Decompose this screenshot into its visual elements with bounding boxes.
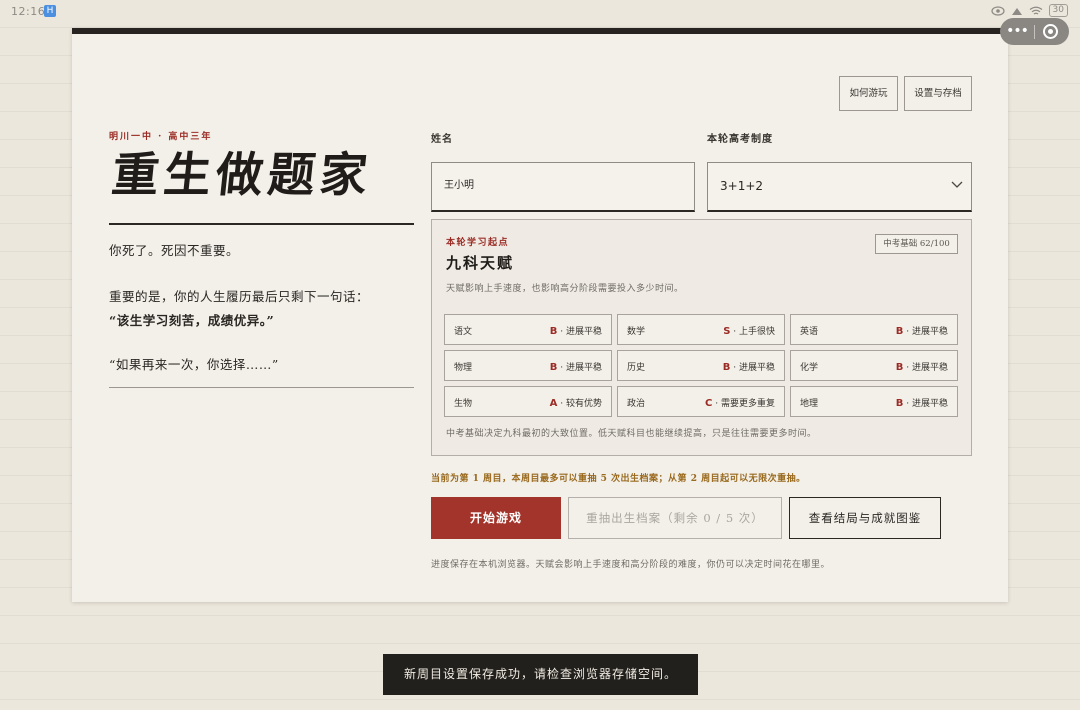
wifi-icon [1029,6,1042,14]
story-line: 你死了。死因不重要。 [109,243,240,258]
subject-name: 化学 [800,363,819,373]
subject-name: 生物 [454,399,473,409]
story-quote: “该生学习刻苦，成绩优异。” [109,313,275,328]
subject-card: 物理 B · 进展平稳 [444,350,612,381]
subject-grade: B · 进展平稳 [895,326,948,337]
subject-grade: B · 进展平稳 [549,362,602,373]
main-card: 如何游玩 设置与存档 明川一中 · 高中三年 重生做题家 你死了。死因不重要。 … [72,28,1008,602]
subject-card: 生物 A · 较有优势 [444,386,612,417]
endings-gallery-button[interactable]: 查看结局与成就图鉴 [789,497,941,539]
capsule-divider [1034,24,1035,39]
subject-card: 地理 B · 进展平稳 [790,386,958,417]
talent-title: 九科天赋 [446,254,515,272]
exam-mode-select[interactable]: 3+1+2 [707,162,972,212]
status-bar: 12:16 H 30 [0,0,1080,26]
reroll-notice: 当前为第 1 周目，本周目最多可以重抽 5 次出生档案；从第 2 周目起可以无限… [431,474,806,484]
settings-save-button[interactable]: 设置与存档 [904,76,972,111]
subject-grade: B · 进展平稳 [722,362,775,373]
story-divider [109,387,414,388]
subject-grade: B · 进展平稳 [895,398,948,409]
status-icons: 30 [990,4,1068,17]
subject-name: 地理 [800,399,819,409]
miniprogram-capsule: ••• [1000,18,1069,45]
subject-name: 物理 [454,363,473,373]
subject-grade: A · 较有优势 [549,398,602,409]
name-input[interactable]: 王小明 [431,162,695,212]
subject-name: 英语 [800,327,819,337]
subject-card: 语文 B · 进展平稳 [444,314,612,345]
subject-grade: S · 上手很快 [723,326,775,337]
story-question: “如果再来一次，你选择……” [109,357,279,372]
talent-note: 中考基础决定九科最初的大致位置。低天赋科目也能继续提高，只是往往需要更多时间。 [446,429,817,439]
eye-icon [990,5,1005,16]
subject-name: 数学 [627,327,646,337]
subject-grade: C · 需要更多重复 [705,398,775,409]
signal-icon [1011,7,1022,15]
exam-mode-value: 3+1+2 [720,179,764,193]
title-divider [109,223,414,225]
toast-message: 新周目设置保存成功，请检查浏览器存储空间。 [383,654,698,695]
chevron-down-icon [951,181,963,188]
game-title: 重生做题家 [109,148,375,203]
close-target-icon[interactable] [1043,24,1058,39]
battery-icon: 30 [1048,4,1068,17]
subject-grade: B · 进展平稳 [549,326,602,337]
start-game-button[interactable]: 开始游戏 [431,497,561,539]
subject-card: 数学 S · 上手很快 [617,314,785,345]
reroll-profile-button[interactable]: 重抽出生档案（剩余 0 / 5 次） [568,497,782,539]
subject-grid: 语文 B · 进展平稳 数学 S · 上手很快 英语 B · 进展平稳 物理 B · 进… [444,314,959,417]
talent-kicker: 本轮学习起点 [446,238,510,248]
more-dots-icon[interactable]: ••• [1000,18,1034,45]
subject-card: 化学 B · 进展平稳 [790,350,958,381]
status-time: 12:16 [11,5,46,18]
how-to-play-button[interactable]: 如何游玩 [839,76,898,111]
school-label: 明川一中 · 高中三年 [109,132,213,142]
subject-name: 语文 [454,327,473,337]
subject-name: 历史 [627,363,646,373]
story-line: 重要的是，你的人生履历最后只剩下一句话： [109,289,370,304]
subject-card: 英语 B · 进展平稳 [790,314,958,345]
exam-mode-label: 本轮高考制度 [707,134,773,145]
save-footnote: 进度保存在本机浏览器。天赋会影响上手速度和高分阶段的难度，你仍可以决定时间花在哪… [431,560,831,570]
base-score-badge: 中考基础 62/100 [875,234,958,254]
subject-card: 政治 C · 需要更多重复 [617,386,785,417]
subject-grade: B · 进展平稳 [895,362,948,373]
talent-panel: 本轮学习起点 九科天赋 天赋影响上手速度，也影响高分阶段需要投入多少时间。 中考… [431,219,972,456]
app-badge-icon: H [44,5,56,17]
name-label: 姓名 [431,134,453,145]
subject-name: 政治 [627,399,646,409]
subject-card: 历史 B · 进展平稳 [617,350,785,381]
talent-description: 天赋影响上手速度，也影响高分阶段需要投入多少时间。 [446,284,684,294]
